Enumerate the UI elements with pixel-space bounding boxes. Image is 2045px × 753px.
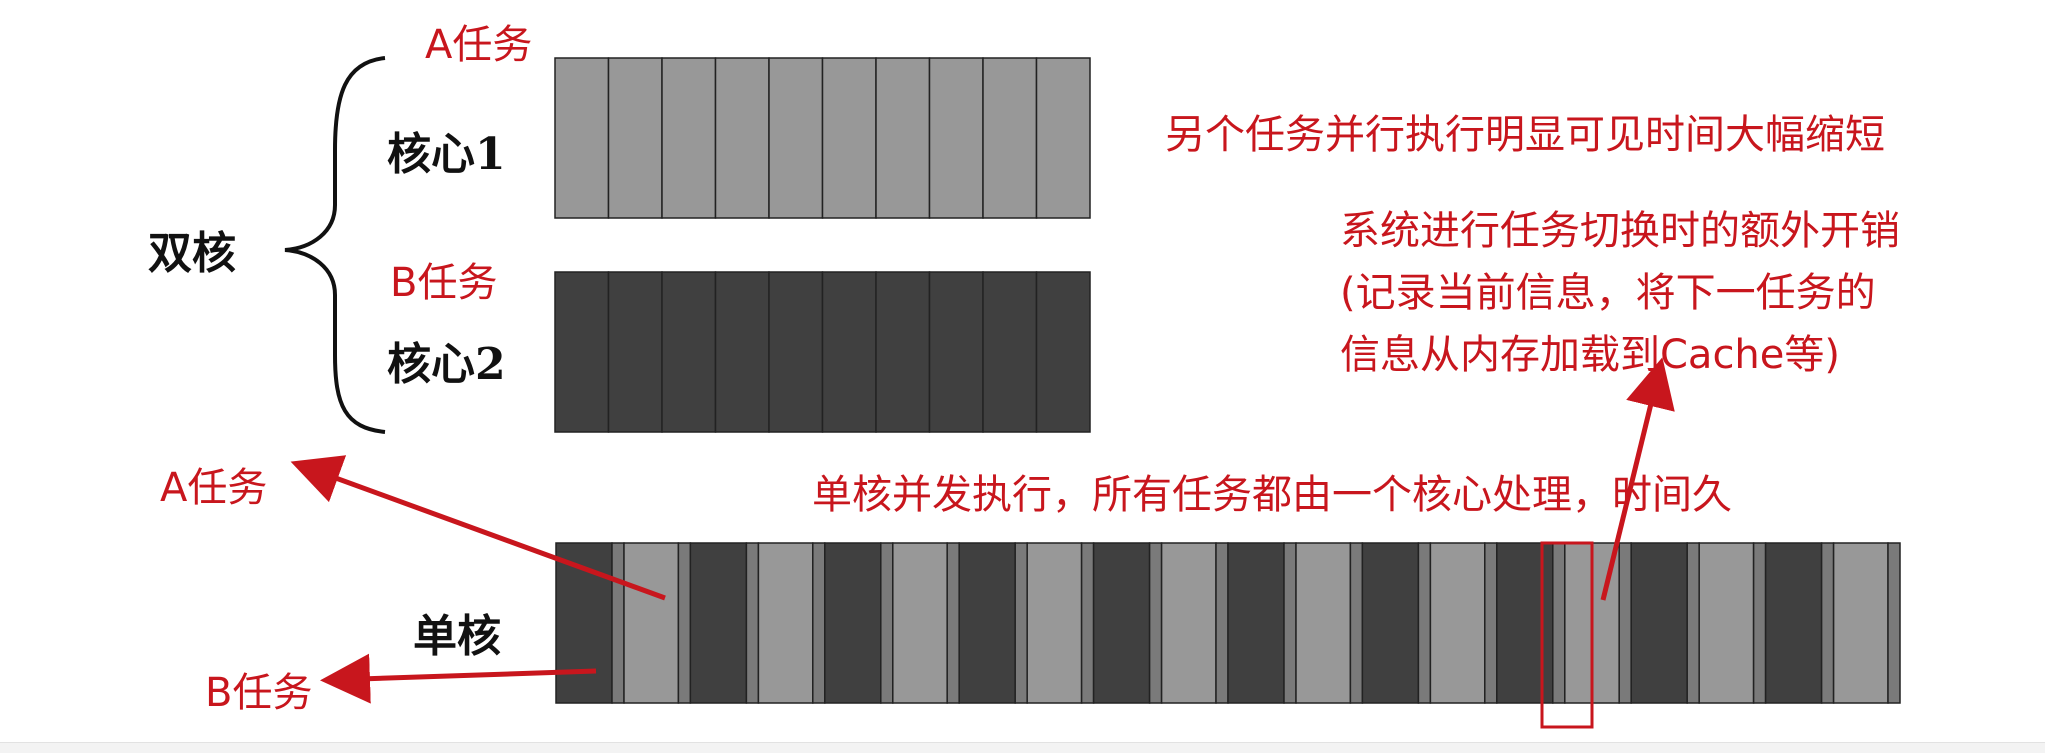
core1-task-a-slot xyxy=(768,57,824,219)
single-core-task-b-slot xyxy=(1092,542,1151,704)
core1-task-a-slot xyxy=(554,57,610,219)
core1-task-a-slot xyxy=(928,57,984,219)
single-core-task-a-slot xyxy=(1698,542,1755,704)
single-core-task-b-slot xyxy=(824,542,882,704)
core2-task-b-slot xyxy=(607,271,663,433)
single-core-label: 单核 xyxy=(413,611,501,662)
single-core-switch-gap xyxy=(1752,542,1767,704)
single-core-task-a-slot xyxy=(1832,542,1889,704)
core1-timeline xyxy=(554,57,1091,219)
core2-task-b-slot xyxy=(982,271,1038,433)
core2-label: 核心2 xyxy=(387,339,506,390)
core2-task-b-slot xyxy=(661,271,717,433)
dual-core-brace xyxy=(284,56,386,434)
core2-task-b-slot xyxy=(875,271,931,433)
single-core-switch-gap xyxy=(611,542,625,704)
single-core-switch-gap xyxy=(946,542,960,704)
switch-overhead-note: 系统进行任务切换时的额外开销 (记录当前信息，将下一任务的 信息从内存加载到Ca… xyxy=(1340,200,1900,386)
parallel-note: 另个任务并行执行明显可见时间大幅缩短 xyxy=(1165,112,1885,158)
single-core-task-b-slot xyxy=(1227,542,1285,704)
single-core-task-a-slot xyxy=(1026,542,1083,704)
core2-task-b-slot xyxy=(714,271,770,433)
single-core-switch-gap xyxy=(1686,542,1700,704)
core1-label: 核心1 xyxy=(387,129,506,180)
single-core-switch-gap xyxy=(880,542,894,704)
core2-task-b-slot xyxy=(768,271,824,433)
single-core-switch-gap xyxy=(1283,542,1297,704)
single-core-task-a-slot xyxy=(1295,542,1352,704)
task-a-arrow-label: A任务 xyxy=(160,465,268,511)
core2-task-b-slot xyxy=(821,271,877,433)
task-a-top-label: A任务 xyxy=(425,22,533,68)
single-core-switch-gap xyxy=(1148,542,1163,704)
concurrent-note: 单核并发执行，所有任务都由一个核心处理，时间久 xyxy=(812,472,1732,518)
single-core-switch-gap xyxy=(677,542,692,704)
single-core-switch-gap xyxy=(1080,542,1095,704)
single-core-task-a-slot xyxy=(1160,542,1217,704)
switch-note-line-3: 信息从内存加载到Cache等) xyxy=(1340,332,1840,378)
single-core-task-b-slot xyxy=(689,542,748,704)
core1-task-a-slot xyxy=(821,57,877,219)
core1-task-a-slot xyxy=(875,57,931,219)
single-core-task-a-slot xyxy=(1429,542,1486,704)
core2-timeline xyxy=(554,271,1091,433)
core2-task-b-slot xyxy=(928,271,984,433)
single-core-switch-gap xyxy=(1349,542,1364,704)
single-core-task-a-slot xyxy=(623,542,680,704)
core1-task-a-slot xyxy=(714,57,770,219)
switch-note-line-1: 系统进行任务切换时的额外开销 xyxy=(1340,208,1900,254)
single-core-task-b-slot xyxy=(1496,542,1554,704)
single-core-switch-gap xyxy=(1484,542,1498,704)
core2-task-b-slot xyxy=(1035,271,1091,433)
single-core-switch-gap xyxy=(1215,542,1229,704)
task-b-arrow-label: B任务 xyxy=(205,670,313,716)
single-core-switch-gap xyxy=(745,542,760,704)
single-core-task-b-slot xyxy=(958,542,1016,704)
single-core-task-b-slot xyxy=(1764,542,1823,704)
diagram-canvas: 双核 核心1 核心2 单核 A任务 B任务 A任务 B任务 另个任务并行执行明显… xyxy=(0,0,2045,752)
switch-note-line-2: (记录当前信息，将下一任务的 xyxy=(1340,270,1876,316)
single-core-switch-gap xyxy=(1552,542,1566,704)
single-core-task-a-slot xyxy=(892,542,948,704)
dual-core-label: 双核 xyxy=(148,228,236,279)
core1-task-a-slot xyxy=(607,57,663,219)
single-core-task-b-slot xyxy=(1361,542,1420,704)
single-core-switch-gap xyxy=(1887,542,1901,704)
single-core-switch-gap xyxy=(1417,542,1432,704)
single-core-task-b-slot xyxy=(1630,542,1688,704)
single-core-timeline xyxy=(555,542,1901,704)
single-core-switch-gap xyxy=(1014,542,1028,704)
arrow-to-task-a xyxy=(290,455,666,601)
core1-task-a-slot xyxy=(982,57,1038,219)
core1-task-a-slot xyxy=(1035,57,1091,219)
core2-task-b-slot xyxy=(554,271,610,433)
single-core-switch-gap xyxy=(1618,542,1632,704)
task-b-mid-label: B任务 xyxy=(390,260,498,306)
single-core-task-a-slot xyxy=(757,542,814,704)
single-core-switch-gap xyxy=(812,542,826,704)
single-core-switch-gap xyxy=(1820,542,1835,704)
footer-strip xyxy=(0,742,2045,753)
core1-task-a-slot xyxy=(661,57,717,219)
